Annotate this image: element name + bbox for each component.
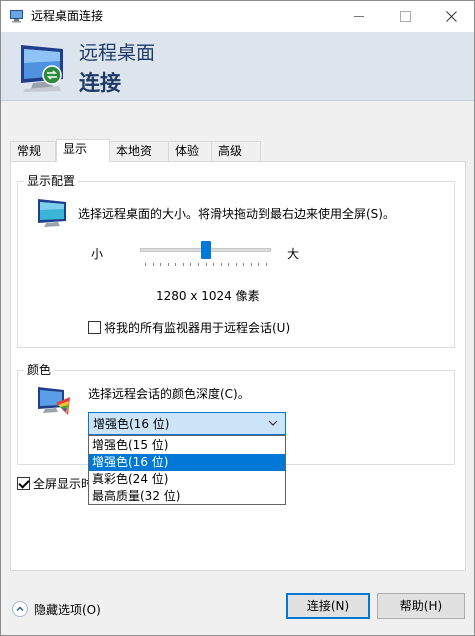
close-icon: [445, 11, 457, 22]
slider-tick: [266, 263, 267, 266]
color-depth-description: 选择远程会话的颜色深度(C)。: [88, 387, 250, 401]
title-bar[interactable]: 远程桌面连接: [1, 1, 474, 32]
maximize-button[interactable]: [382, 1, 428, 32]
slider-tick: [258, 263, 259, 266]
header-banner: 远程桌面 连接: [1, 32, 474, 101]
fullscreen-bar-checkbox[interactable]: [17, 477, 30, 490]
slider-small-label: 小: [91, 247, 104, 261]
resolution-text: 1280 x 1024 像素: [156, 289, 260, 303]
slider-tick: [213, 263, 214, 266]
tab-local-resources[interactable]: 本地资源: [109, 141, 169, 177]
window-title: 远程桌面连接: [31, 9, 104, 23]
slider-large-label: 大: [287, 247, 300, 261]
multi-monitor-checkbox[interactable]: [88, 321, 101, 334]
slider-tick: [190, 263, 191, 266]
slider-tick: [145, 263, 146, 266]
display-size-slider-thumb[interactable]: [201, 241, 211, 259]
fullscreen-bar-label[interactable]: 全屏显示时: [33, 476, 93, 492]
slider-tick: [183, 263, 184, 266]
slider-tick: [236, 263, 237, 266]
monitor-icon: [38, 199, 66, 227]
display-config-title: 显示配置: [24, 174, 79, 188]
slider-tick: [168, 263, 169, 266]
display-size-description: 选择远程桌面的大小。将滑块拖动到最右边来使用全屏(S)。: [78, 207, 395, 221]
color-depth-option-32[interactable]: 最高质量(32 位): [89, 488, 285, 505]
multi-monitor-label[interactable]: 将我的所有监视器用于远程会话(U): [104, 320, 290, 336]
help-button[interactable]: 帮助(H): [377, 593, 465, 619]
banner-title-line2: 连接: [79, 71, 121, 95]
slider-tick: [251, 263, 252, 266]
banner-title-line1: 远程桌面: [79, 42, 156, 64]
color-depth-option-16[interactable]: 增强色(16 位): [89, 454, 285, 471]
tab-display[interactable]: 显示: [56, 139, 110, 162]
slider-tick: [153, 263, 154, 266]
slider-tick: [198, 263, 199, 266]
slider-tick: [206, 263, 207, 266]
color-depth-dropdown-list: 增强色(15 位) 增强色(16 位) 真彩色(24 位) 最高质量(32 位): [88, 435, 286, 505]
chevron-up-icon: [16, 606, 24, 612]
color-depth-select[interactable]: 增强色(16 位): [88, 412, 286, 435]
tab-general[interactable]: 常规: [10, 141, 56, 162]
chevron-down-icon: [268, 420, 278, 426]
remote-desktop-app-icon: [10, 10, 23, 23]
close-button[interactable]: [428, 1, 474, 32]
slider-tick: [160, 263, 161, 266]
slider-tick: [221, 263, 222, 266]
slider-ticks: [145, 263, 267, 267]
minimize-button[interactable]: [336, 1, 382, 32]
rdp-window: 远程桌面连接 远程桌面 连接 常规 显示 本地资源 体验 高级: [0, 0, 475, 636]
connect-button[interactable]: 连接(N): [286, 593, 370, 619]
color-palette-icon: [38, 387, 70, 415]
slider-tick: [243, 263, 244, 266]
color-depth-selected-value: 增强色(16 位): [93, 417, 170, 431]
color-depth-option-24[interactable]: 真彩色(24 位): [89, 471, 285, 488]
slider-tick: [175, 263, 176, 266]
slider-tick: [228, 263, 229, 266]
color-depth-option-15[interactable]: 增强色(15 位): [89, 437, 285, 454]
hide-options-label[interactable]: 隐藏选项(O): [34, 602, 101, 618]
tab-advanced[interactable]: 高级: [211, 141, 261, 162]
tab-experience[interactable]: 体验: [168, 141, 212, 162]
remote-desktop-logo-icon: [21, 45, 63, 92]
colors-title: 颜色: [24, 363, 55, 377]
hide-options-toggle[interactable]: [12, 601, 28, 617]
